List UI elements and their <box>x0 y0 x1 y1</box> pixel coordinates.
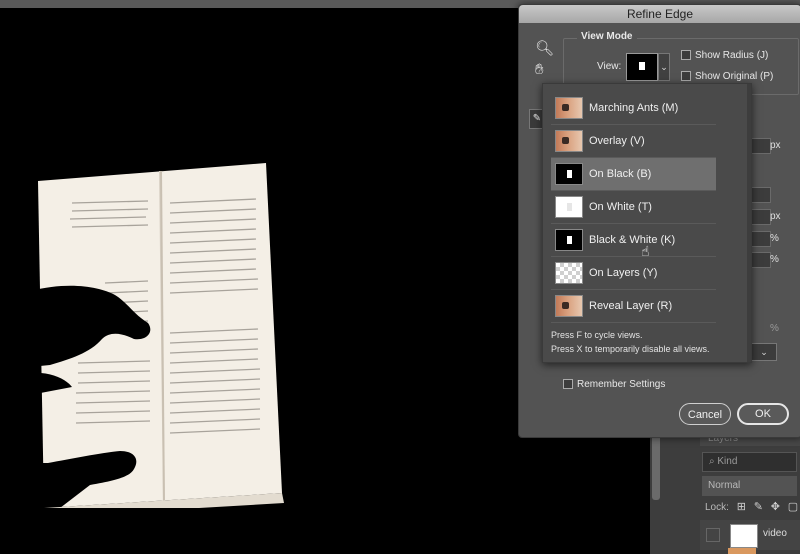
view-thumbnail[interactable] <box>626 53 658 81</box>
cancel-button[interactable]: Cancel <box>679 403 731 425</box>
view-item-reveal-layer[interactable]: Reveal Layer (R) <box>551 290 716 323</box>
hint-disable: Press X to temporarily disable all views… <box>551 344 710 354</box>
item-label: Black & White (K) <box>589 234 676 246</box>
zoom-icon[interactable]: 🔍︎ <box>535 39 554 57</box>
checkbox-box[interactable] <box>681 71 691 82</box>
item-label: Overlay (V) <box>589 135 645 147</box>
unit-3: % <box>770 233 779 244</box>
layer-kind-filter[interactable]: ⌕ Kind <box>702 452 797 472</box>
item-label: Reveal Layer (R) <box>589 300 673 312</box>
kind-filter-label: Kind <box>717 456 738 467</box>
lock-brush-icon[interactable]: ✎ <box>754 499 763 515</box>
remember-settings-checkbox[interactable]: Remember Settings <box>563 379 665 390</box>
view-label: View: <box>597 61 622 72</box>
view-item-black-white[interactable]: Black & White (K) <box>551 224 716 257</box>
visibility-icon[interactable] <box>706 528 720 542</box>
layer-row-partial <box>728 548 756 554</box>
white-thumbnail-icon <box>555 196 583 218</box>
unit-1: px <box>770 140 781 151</box>
unit-2: px <box>770 211 781 222</box>
black-thumbnail-icon <box>555 163 583 185</box>
remember-settings-label: Remember Settings <box>577 379 666 390</box>
layer-name: video <box>763 528 787 539</box>
view-item-marching-ants[interactable]: Marching Ants (M) <box>551 92 716 125</box>
blend-mode-label: Normal <box>708 480 741 491</box>
checkbox-box[interactable] <box>563 379 573 390</box>
item-label: On White (T) <box>589 201 652 213</box>
view-mode-title: View Mode <box>577 31 637 42</box>
photo-thumbnail-icon <box>555 295 583 317</box>
dialog-title: Refine Edge <box>519 5 800 23</box>
show-radius-label: Show Radius (J) <box>695 50 769 61</box>
photo-thumbnail-icon <box>555 97 583 119</box>
ok-button[interactable]: OK <box>737 403 789 425</box>
layer-thumbnail <box>730 524 758 548</box>
lock-all-icon[interactable]: ▢ <box>788 499 798 515</box>
unit-5: % <box>770 323 779 334</box>
lock-pixels-icon[interactable]: ⊞ <box>737 499 746 515</box>
dropdown-arrow-icon[interactable]: ⌄ <box>658 53 670 81</box>
photo-thumbnail-icon <box>555 130 583 152</box>
view-item-overlay[interactable]: Overlay (V) <box>551 125 716 158</box>
lock-label: Lock: <box>705 502 729 513</box>
view-mode-dropdown: Marching Ants (M) Overlay (V) On Black (… <box>542 83 752 363</box>
output-select[interactable]: ⌄ <box>751 343 777 361</box>
blend-mode-select[interactable]: Normal <box>702 476 797 496</box>
checker-thumbnail-icon <box>555 262 583 284</box>
view-item-on-black[interactable]: On Black (B) ☝︎ <box>551 158 716 259</box>
panel-scrollbar[interactable] <box>652 430 660 500</box>
item-label: On Black (B) <box>589 168 652 180</box>
item-label: Marching Ants (M) <box>589 102 679 114</box>
lock-move-icon[interactable]: ✥ <box>771 499 780 515</box>
view-item-on-white[interactable]: On White (T) <box>551 191 716 224</box>
book-image <box>30 163 290 517</box>
dropdown-scrollbar[interactable] <box>747 84 751 362</box>
show-original-label: Show Original (P) <box>695 71 774 82</box>
bw-thumbnail-icon <box>555 229 583 251</box>
show-original-checkbox[interactable]: Show Original (P) <box>681 71 773 82</box>
hand-icon[interactable]: ✋︎ <box>535 61 544 78</box>
unit-4: % <box>770 254 779 265</box>
lock-row: Lock: ⊞ ✎ ✥ ▢ <box>702 499 800 515</box>
hint-cycle: Press F to cycle views. <box>551 330 643 340</box>
item-label: On Layers (Y) <box>589 267 658 279</box>
show-radius-checkbox[interactable]: Show Radius (J) <box>681 50 768 61</box>
checkbox-box[interactable] <box>681 50 691 61</box>
view-item-on-layers[interactable]: On Layers (Y) <box>551 257 716 290</box>
